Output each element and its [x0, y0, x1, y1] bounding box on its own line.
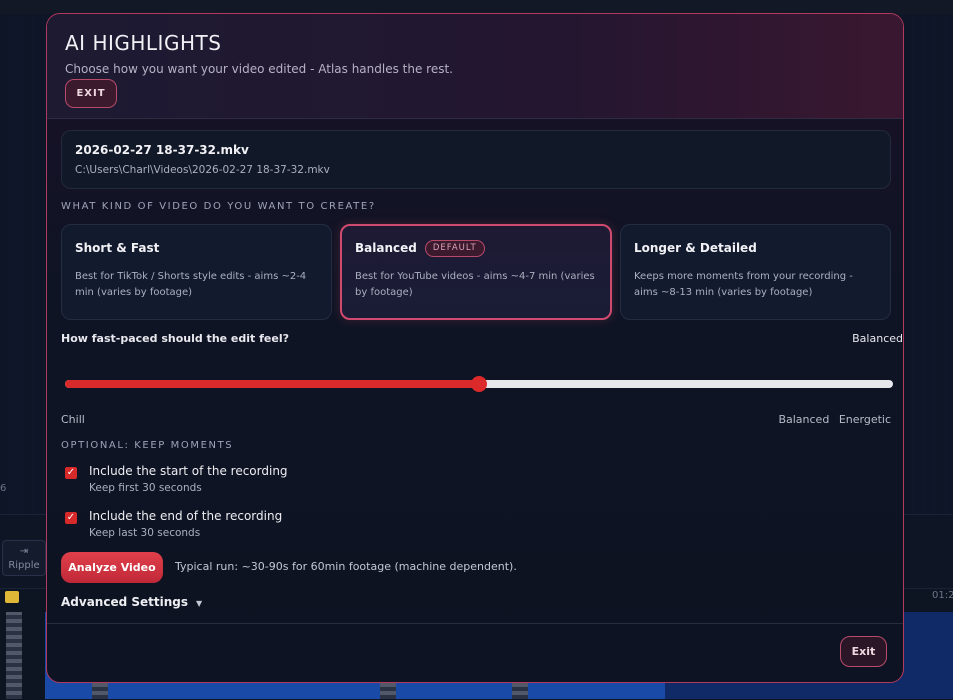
pace-slider-track[interactable] [65, 376, 893, 392]
card-longer-detailed[interactable]: Longer & Detailed Keeps more moments fro… [620, 224, 891, 320]
dialog-footer-divider [47, 623, 903, 624]
card-title: Balanced [355, 241, 417, 255]
exit-button-bottom[interactable]: Exit [840, 636, 887, 667]
timeline-audio-strip [6, 612, 22, 699]
playhead-marker-icon[interactable] [5, 591, 19, 603]
keep-end-label: Include the end of the recording [89, 509, 283, 523]
ai-highlights-dialog: AI HIGHLIGHTS Choose how you want your v… [46, 13, 904, 683]
pace-slider-fill [65, 380, 479, 388]
keep-end-sub: Keep last 30 seconds [89, 527, 201, 539]
pace-max-label: Energetic [838, 413, 891, 426]
dialog-title: AI HIGHLIGHTS [65, 31, 222, 55]
dialog-subtitle: Choose how you want your video edited - … [65, 62, 453, 76]
chevron-down-icon: ▼ [196, 599, 203, 608]
keep-start-sub: Keep first 30 seconds [89, 482, 202, 494]
pace-question: How fast-paced should the edit feel? [61, 332, 289, 345]
typical-run-note: Typical run: ~30-90s for 60min footage (… [175, 560, 517, 573]
file-path: C:\Users\Charl\Videos\2026-02-27 18-37-3… [75, 164, 330, 176]
analyze-video-button[interactable]: Analyze Video [61, 552, 163, 583]
ripple-icon: ⇥ [19, 546, 29, 557]
keep-end-checkbox[interactable]: ✓ [65, 512, 77, 524]
keep-start-checkbox[interactable]: ✓ [65, 467, 77, 479]
timeline-time-label: 01:20 [932, 590, 953, 601]
card-short-fast[interactable]: Short & Fast Best for TikTok / Shorts st… [61, 224, 332, 320]
advanced-settings-label: Advanced Settings [61, 595, 189, 609]
ripple-button[interactable]: ⇥ Ripple [2, 540, 46, 576]
pace-right-labels: Balanced Energetic [772, 413, 891, 426]
card-title: Short & Fast [75, 241, 160, 255]
video-type-section-label: WHAT KIND OF VIDEO DO YOU WANT TO CREATE… [61, 201, 376, 212]
card-description: Best for TikTok / Shorts style edits - a… [75, 271, 307, 298]
pace-min-label: Chill [61, 413, 85, 426]
card-title-row: Balanced DEFAULT [355, 240, 485, 257]
ripple-label: Ripple [8, 560, 40, 571]
file-name: 2026-02-27 18-37-32.mkv [75, 143, 249, 157]
pace-slider-thumb[interactable] [471, 376, 487, 392]
pace-value-label: Balanced [852, 332, 903, 345]
card-balanced[interactable]: Balanced DEFAULT Best for YouTube videos … [340, 224, 612, 320]
advanced-settings-toggle[interactable]: Advanced Settings ▼ [61, 595, 202, 609]
pace-mid-label: Balanced [778, 413, 830, 426]
dialog-header: AI HIGHLIGHTS Choose how you want your v… [47, 14, 903, 119]
exit-button-top[interactable]: EXIT [65, 79, 117, 108]
card-description: Best for YouTube videos - aims ~4-7 min … [355, 271, 595, 298]
editor-track-number: 6 [0, 483, 7, 494]
default-badge: DEFAULT [424, 240, 485, 257]
card-description: Keeps more moments from your recording -… [634, 271, 853, 298]
keep-moments-section-label: OPTIONAL: KEEP MOMENTS [61, 440, 234, 451]
keep-start-label: Include the start of the recording [89, 464, 288, 478]
card-title: Longer & Detailed [634, 241, 757, 255]
editor-top-bar [0, 0, 953, 14]
file-info-box: 2026-02-27 18-37-32.mkv C:\Users\Charl\V… [61, 130, 891, 189]
